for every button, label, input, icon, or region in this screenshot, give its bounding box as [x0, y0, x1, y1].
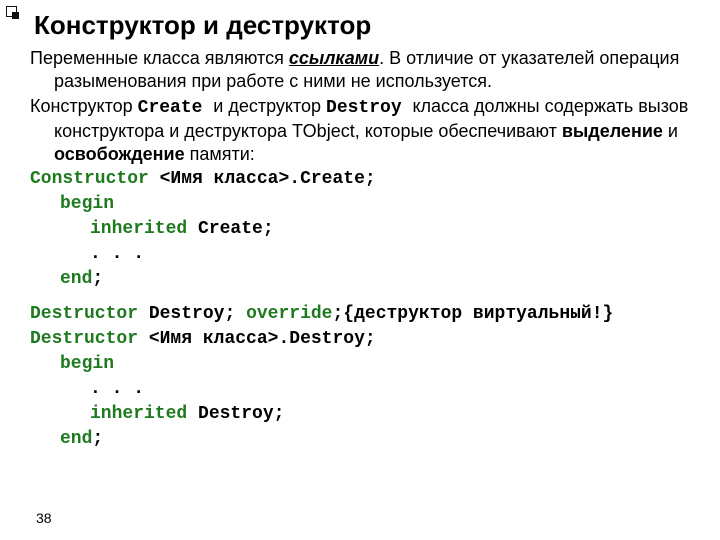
keyword-inherited: inherited [90, 219, 187, 239]
page-number: 38 [36, 510, 52, 526]
ctor-endsemi: ; [92, 269, 103, 289]
dtor-comment: {деструктор виртуальный!} [343, 304, 613, 324]
dtor-decl-semi: ; [332, 304, 343, 324]
keyword-begin-2: begin [60, 354, 114, 374]
dtor-destroy: Destroy [289, 329, 365, 349]
dtor-semi: ; [365, 329, 376, 349]
p2-text-3: и деструктор [213, 96, 326, 116]
p2-text-7: и [663, 121, 678, 141]
ctor-begin: begin [30, 193, 700, 216]
code-create: Create [138, 98, 214, 118]
ctor-decl: Constructor <Имя класса>.Create; [30, 168, 700, 191]
slide-content: Конструктор и деструктор Переменные клас… [0, 0, 720, 464]
dtor-end: end; [30, 428, 700, 451]
dtor-decl: Destructor Destroy; override;{деструктор… [30, 303, 700, 326]
keyword-destructor: Destructor [30, 304, 138, 324]
constructor-code-block: Constructor <Имя класса>.Create; begin i… [30, 168, 700, 291]
ctor-rest: <Имя класса>.Create; [149, 169, 376, 189]
keyword-inherited-2: inherited [90, 404, 187, 424]
p2-text-1: Конструктор [30, 96, 138, 116]
ctor-end: end; [30, 268, 700, 291]
dtor-dots: . . . [30, 378, 700, 401]
slide-title: Конструктор и деструктор [34, 10, 700, 41]
dtor-decl-rest: Destroy; [138, 304, 246, 324]
destructor-code-block: Destructor Destroy; override;{деструктор… [30, 303, 700, 451]
dtor-impl-rest: <Имя класса>.Destroy; [138, 329, 376, 349]
ctor-semi: ; [365, 169, 376, 189]
keyword-begin: begin [60, 194, 114, 214]
dtor-endsemi: ; [92, 429, 103, 449]
ctor-inh-rest: Create; [187, 219, 273, 239]
paragraph-2: Конструктор Create и деструктор Destroy … [30, 95, 700, 166]
paragraph-1: Переменные класса являются ссылками. В о… [30, 47, 700, 93]
keyword-end-2: end [60, 429, 92, 449]
dtor-begin: begin [30, 353, 700, 376]
ctor-dots: . . . [30, 243, 700, 266]
p1-text-1: Переменные класса являются [30, 48, 289, 68]
code-destroy: Destroy [326, 98, 412, 118]
p1-emphasis-links: ссылками [289, 48, 379, 68]
dtor-classname: <Имя класса>. [138, 329, 289, 349]
p2-bold-alloc: выделение [562, 121, 663, 141]
keyword-destructor-2: Destructor [30, 329, 138, 349]
ctor-create: Create [300, 169, 365, 189]
ctor-classname: <Имя класса>. [149, 169, 300, 189]
keyword-constructor: Constructor [30, 169, 149, 189]
corner-decoration [6, 6, 20, 20]
dtor-inherited: inherited Destroy; [30, 403, 700, 426]
p2-bold-free: освобождение [54, 144, 185, 164]
dtor-impl: Destructor <Имя класса>.Destroy; [30, 328, 700, 351]
p2-text-9: памяти: [185, 144, 255, 164]
keyword-end: end [60, 269, 92, 289]
ctor-inherited: inherited Create; [30, 218, 700, 241]
body-text: Переменные класса являются ссылками. В о… [30, 47, 700, 452]
dtor-inh-rest: Destroy; [187, 404, 284, 424]
keyword-override: override [246, 304, 332, 324]
